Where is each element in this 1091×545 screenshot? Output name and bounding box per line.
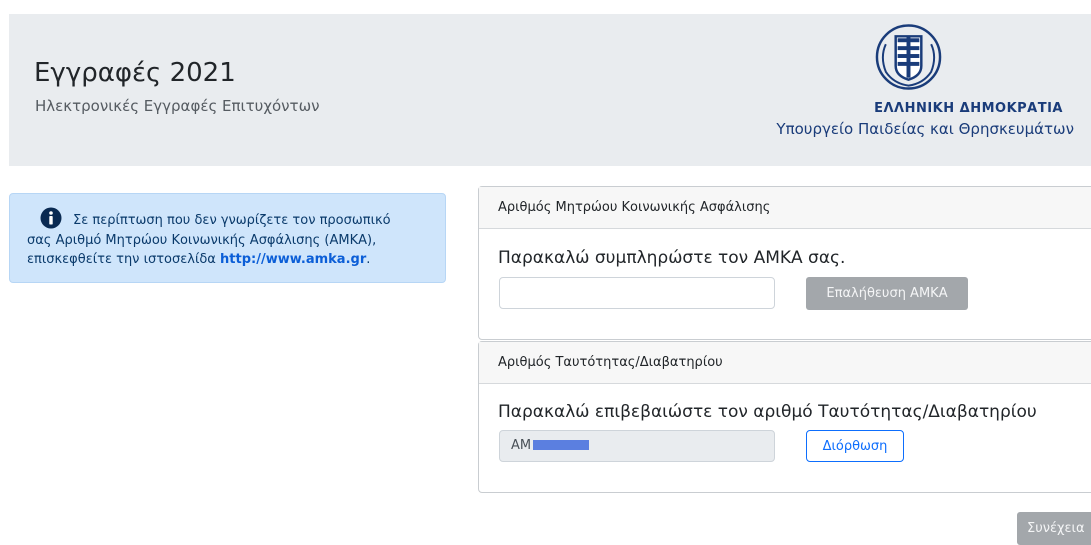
page-header: Εγγραφές 2021 Ηλεκτρονικές Εγγραφές Επιτ… (9, 14, 1091, 166)
continue-button[interactable]: Συνέχεια (1017, 512, 1091, 545)
amka-prompt: Παρακαλώ συμπληρώστε τον ΑΜΚΑ σας. (498, 248, 846, 268)
alert-text-suffix: . (366, 252, 371, 267)
info-circle-icon (40, 207, 62, 229)
alert-text-line3: επισκεφθείτε την ιστοσελίδα http://www.a… (27, 250, 370, 269)
id-card-header: Αριθμός Ταυτότητας/Διαβατηρίου (479, 342, 1091, 384)
id-number-value: ΑΜ (511, 438, 532, 453)
redaction-mark (533, 439, 590, 450)
id-number-field: ΑΜ (499, 430, 775, 462)
amka-card: Αριθμός Μητρώου Κοινωνικής Ασφάλισης Παρ… (478, 186, 1091, 340)
alert-text-line2: σας Αριθμό Μητρώου Κοινωνικής Ασφάλισης … (27, 233, 377, 248)
page-subtitle: Ηλεκτρονικές Εγγραφές Επιτυχόντων (35, 97, 320, 115)
ministry-name: Υπουργείο Παιδείας και Θρησκευμάτων (776, 120, 1074, 138)
alert-text-line1: Σε περίπτωση που δεν γνωρίζετε τον προσω… (73, 213, 391, 228)
amka-input[interactable] (499, 277, 775, 309)
greek-state-emblem-icon (875, 24, 942, 90)
government-name: ΕΛΛΗΝΙΚΗ ΔΗΜΟΚΡΑΤΙΑ (874, 101, 1063, 116)
alert-text-prefix: επισκεφθείτε την ιστοσελίδα (27, 252, 221, 267)
id-card: Αριθμός Ταυτότητας/Διαβατηρίου Παρακαλώ … (478, 341, 1091, 493)
amka-website-link[interactable]: http://www.amka.gr (220, 252, 366, 267)
info-alert: Σε περίπτωση που δεν γνωρίζετε τον προσω… (9, 193, 446, 283)
id-prompt: Παρακαλώ επιβεβαιώστε τον αριθμό Ταυτότη… (498, 402, 1037, 422)
amka-card-header: Αριθμός Μητρώου Κοινωνικής Ασφάλισης (479, 187, 1091, 229)
page-title: Εγγραφές 2021 (34, 58, 236, 88)
verify-amka-button[interactable]: Επαλήθευση ΑΜΚΑ (806, 277, 968, 310)
correct-id-button[interactable]: Διόρθωση (806, 430, 904, 462)
